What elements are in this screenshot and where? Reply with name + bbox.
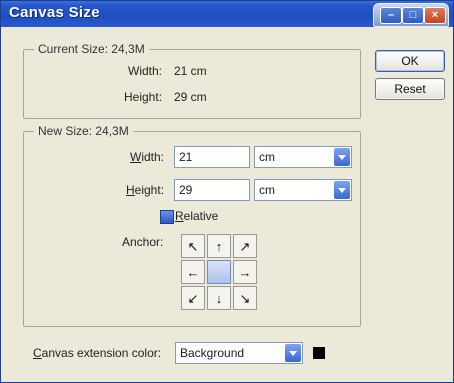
- extension-color-swatch[interactable]: [313, 347, 325, 359]
- arrow-right-icon[interactable]: →: [233, 260, 257, 284]
- current-width-label: Width:: [128, 64, 163, 78]
- arrow-down-left-icon[interactable]: ↙: [181, 286, 205, 310]
- minimize-icon[interactable]: –: [380, 7, 402, 24]
- new-height-label: Height:: [126, 183, 165, 197]
- current-size-group: Current Size: 24,3M Width: 21 cm Height:…: [23, 42, 361, 119]
- extension-color-select[interactable]: Background: [175, 342, 303, 364]
- width-unit-select[interactable]: cm: [254, 146, 352, 168]
- width-unit-value: cm: [259, 150, 275, 164]
- arrow-left-icon[interactable]: ←: [181, 260, 205, 284]
- maximize-icon[interactable]: □: [402, 7, 424, 24]
- title-bar[interactable]: Canvas Size – □ ×: [1, 1, 453, 27]
- arrow-down-right-icon[interactable]: ↘: [233, 286, 257, 310]
- close-icon[interactable]: ×: [424, 7, 446, 24]
- current-height-label: Height:: [124, 90, 163, 104]
- anchor-grid: ↖ ↑ ↗ ← → ↙ ↓ ↘: [181, 234, 259, 312]
- arrow-up-icon[interactable]: ↑: [207, 234, 231, 258]
- height-unit-value: cm: [259, 183, 275, 197]
- window-controls: – □ ×: [373, 3, 449, 27]
- chevron-down-icon[interactable]: [334, 181, 350, 199]
- arrow-down-icon[interactable]: ↓: [207, 286, 231, 310]
- chevron-down-icon[interactable]: [285, 344, 301, 362]
- current-width-value: 21 cm: [174, 64, 207, 78]
- current-size-legend: Current Size: 24,3M: [34, 42, 149, 56]
- width-input[interactable]: 21: [174, 146, 250, 168]
- arrow-up-left-icon[interactable]: ↖: [181, 234, 205, 258]
- height-unit-select[interactable]: cm: [254, 179, 352, 201]
- ok-button[interactable]: OK: [375, 50, 445, 72]
- extension-color-label: Canvas extension color:: [33, 346, 162, 360]
- extension-color-value: Background: [180, 346, 245, 360]
- arrow-up-right-icon[interactable]: ↗: [233, 234, 257, 258]
- height-input[interactable]: 29: [174, 179, 250, 201]
- dialog-title: Canvas Size: [9, 4, 100, 21]
- anchor-center[interactable]: [207, 260, 231, 284]
- new-width-label: Width:: [130, 150, 165, 164]
- anchor-label: Anchor:: [122, 235, 164, 249]
- canvas-size-dialog: Canvas Size – □ × Current Size: 24,3M Wi…: [0, 0, 454, 383]
- current-height-value: 29 cm: [174, 90, 207, 104]
- relative-label[interactable]: Relative: [175, 209, 218, 223]
- reset-button[interactable]: Reset: [375, 78, 445, 100]
- chevron-down-icon[interactable]: [334, 148, 350, 166]
- relative-checkbox[interactable]: [160, 210, 174, 224]
- new-size-legend: New Size: 24,3M: [34, 124, 133, 138]
